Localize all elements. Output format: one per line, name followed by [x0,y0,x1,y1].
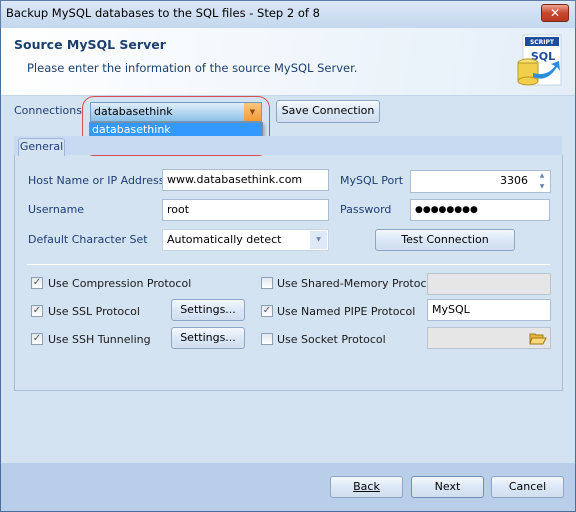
spin-up-icon[interactable]: ▲ [534,171,550,181]
back-button[interactable]: Back [330,476,403,498]
shared-memory-input[interactable] [427,273,551,295]
tab-general[interactable]: General [18,138,65,156]
compression-checkbox[interactable]: ✓ [31,277,43,289]
username-label: Username [28,203,85,216]
ssl-label: Use SSL Protocol [48,305,140,318]
username-input[interactable]: root [162,199,329,221]
separator [27,264,550,265]
port-input[interactable]: 3306 [410,170,551,193]
socket-label: Use Socket Protocol [277,333,386,346]
window-title: Backup MySQL databases to the SQL files … [6,6,320,20]
shared-memory-checkbox[interactable] [261,277,273,289]
charset-label: Default Character Set [28,233,148,246]
password-input[interactable]: ●●●●●●●● [410,199,550,221]
chevron-down-icon[interactable]: ▼ [310,231,327,249]
sql-script-logo: SCRIPT SQL [517,34,562,86]
spin-down-icon[interactable]: ▼ [534,182,550,192]
ssh-settings-button[interactable]: Settings... [171,327,245,349]
ssl-checkbox[interactable]: ✓ [31,305,43,317]
close-button[interactable]: ✕ [541,4,569,22]
compression-label: Use Compression Protocol [48,277,192,290]
chevron-down-icon[interactable]: ▼ [244,103,261,121]
dropdown-option-databasethink[interactable]: databasethink [90,123,262,136]
test-connection-button[interactable]: Test Connection [375,229,515,251]
save-connection-button[interactable]: Save Connection [276,100,380,123]
page-title: Source MySQL Server [14,37,166,52]
password-label: Password [340,203,392,216]
ssh-label: Use SSH Tunneling [48,333,151,346]
logo-text: SCRIPT [530,39,555,46]
cancel-button[interactable]: Cancel [491,476,564,498]
cancel-label: Cancel [508,480,547,493]
ssl-settings-button[interactable]: Settings... [171,299,245,321]
host-label: Host Name or IP Address [28,174,165,187]
back-label: Back [353,480,380,493]
next-label: Next [434,480,461,493]
named-pipe-checkbox[interactable]: ✓ [261,305,273,317]
shared-memory-label: Use Shared-Memory Protocol [277,277,437,290]
page-subtitle: Please enter the information of the sour… [27,61,358,75]
tab-strip [14,136,562,155]
host-input[interactable]: www.databasethink.com [162,169,329,191]
named-pipe-input[interactable]: MySQL [427,299,551,321]
socket-checkbox[interactable] [261,333,273,345]
connections-combobox[interactable]: databasethink [90,102,262,122]
ssh-checkbox[interactable]: ✓ [31,333,43,345]
charset-combobox[interactable]: Automatically detect [162,229,329,251]
folder-open-icon[interactable] [529,331,547,346]
connections-label: Connections [14,104,82,117]
port-label: MySQL Port [340,174,404,187]
named-pipe-label: Use Named PIPE Protocol [277,305,416,318]
wizard-footer [1,463,575,511]
next-button[interactable]: Next [411,476,484,498]
